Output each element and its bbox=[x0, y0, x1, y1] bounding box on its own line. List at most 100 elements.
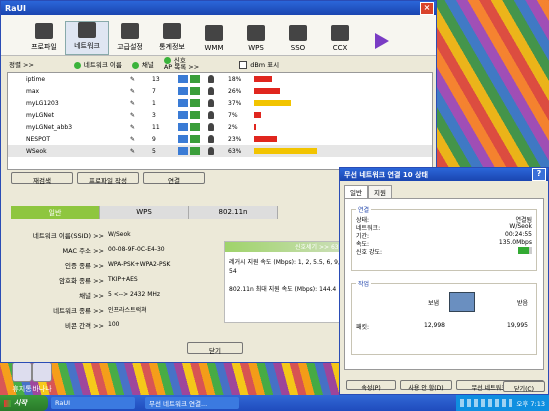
banana-icon bbox=[32, 362, 52, 382]
task-label: 무선 네트워크 연결... bbox=[149, 400, 208, 408]
signal-icon: ✎ bbox=[130, 87, 136, 95]
network-row[interactable]: myLGNet_abb3 ✎ 11 2% bbox=[8, 121, 432, 133]
wmm-icon bbox=[205, 25, 223, 41]
band-icon bbox=[178, 111, 188, 119]
radio-icon bbox=[131, 61, 139, 69]
security-icon bbox=[190, 111, 200, 119]
network-row[interactable]: myLG1203 ✎ 1 37% bbox=[8, 97, 432, 109]
signal-bar bbox=[254, 88, 280, 94]
app-title: RaUI bbox=[5, 3, 27, 13]
arrow-right-icon bbox=[375, 33, 389, 49]
toolbar-advanced[interactable]: 고급설정 bbox=[109, 23, 151, 55]
packets-received: 19,995 bbox=[507, 322, 528, 329]
channel-value: 7 bbox=[152, 87, 156, 95]
raui-titlebar[interactable]: RaUI × bbox=[1, 1, 436, 15]
tab-80211n[interactable]: 802.11n bbox=[189, 206, 278, 219]
signal-strength-icon bbox=[517, 247, 532, 254]
connection-row: 속도: 135.0Mbps bbox=[352, 239, 536, 248]
sort-option-label: 네트워크 이름 bbox=[83, 61, 122, 69]
taskbar-wireless-status[interactable]: 무선 네트워크 연결... bbox=[145, 397, 239, 409]
detail-row: 네트워크 이름(SSID) >> W/Seok bbox=[21, 227, 170, 242]
group-label: 작업 bbox=[356, 279, 372, 288]
connect-button[interactable]: 연결 bbox=[143, 172, 205, 185]
tab-wps[interactable]: WPS bbox=[100, 206, 189, 219]
toolbar-profile[interactable]: 프로파일 bbox=[23, 23, 65, 55]
status-close-button[interactable]: 닫기(C) bbox=[503, 381, 545, 393]
detail-row: 네트워크 종류 >> 인프라스트럭쳐 bbox=[21, 302, 170, 317]
security-icon bbox=[190, 147, 200, 155]
status-tabs: 일반 지원 bbox=[344, 185, 548, 198]
group-label: 연결 bbox=[356, 205, 372, 214]
network-row[interactable]: NESPOT ✎ 9 23% bbox=[8, 133, 432, 145]
system-tray: 오후 7:13 bbox=[456, 395, 549, 411]
tool-label: 프로파일 bbox=[31, 43, 57, 51]
packets-sent: 12,998 bbox=[424, 322, 445, 329]
channel-value: 3 bbox=[152, 111, 156, 119]
conn-value: W/Seok bbox=[509, 223, 532, 230]
lock-icon bbox=[208, 75, 214, 83]
sort-label: 정렬 >> bbox=[9, 61, 34, 69]
network-name: max bbox=[26, 87, 40, 95]
tab-support[interactable]: 지원 bbox=[367, 185, 392, 198]
lock-icon bbox=[208, 147, 214, 155]
sort-by-signal[interactable]: 신호 AP 목록 >> bbox=[163, 56, 199, 72]
taskbar-raui[interactable]: RaUI bbox=[51, 397, 135, 409]
network-row[interactable]: iptime ✎ 13 18% bbox=[8, 73, 432, 85]
status-titlebar[interactable]: 무선 네트워크 연결 10 상태 ? bbox=[340, 168, 548, 181]
rescan-button[interactable]: 재검색 bbox=[11, 172, 73, 185]
packets-label: 패킷: bbox=[356, 324, 370, 331]
conn-key: 상태: bbox=[356, 217, 370, 224]
sort-by-channel[interactable]: 채널 bbox=[131, 59, 154, 69]
tab-general[interactable]: 일반 bbox=[11, 206, 100, 219]
detail-row: 비콘 간격 >> 100 bbox=[21, 317, 170, 332]
profile-icon bbox=[35, 23, 53, 39]
toolbar-wps[interactable]: WPS bbox=[235, 25, 277, 55]
status-dialog: 무선 네트워크 연결 10 상태 ? 일반 지원 연결 상태: 연결됨 네트워크: W… bbox=[339, 167, 549, 395]
network-row[interactable]: myLGNet ✎ 3 7% bbox=[8, 109, 432, 121]
clock: 오후 7:13 bbox=[516, 400, 545, 408]
toolbar-ccx[interactable]: CCX bbox=[319, 25, 361, 55]
channel-value: 1 bbox=[152, 99, 156, 107]
lock-icon bbox=[208, 87, 214, 95]
security-icon bbox=[190, 99, 200, 107]
tool-label: SSO bbox=[290, 44, 306, 52]
network-name: myLG1203 bbox=[26, 99, 59, 107]
signal-icon: ✎ bbox=[130, 147, 136, 155]
signal-icon: ✎ bbox=[130, 99, 136, 107]
signal-percent: 18% bbox=[228, 75, 242, 83]
toolbar-wmm[interactable]: WMM bbox=[193, 25, 235, 55]
close-icon[interactable]: × bbox=[420, 1, 434, 15]
tool-label: CCX bbox=[332, 44, 348, 52]
network-row[interactable]: WSeok ✎ 5 63% bbox=[8, 145, 432, 157]
close-button[interactable]: 닫기 bbox=[187, 342, 243, 355]
properties-button[interactable]: 속성(P) bbox=[346, 380, 396, 392]
band-icon bbox=[178, 123, 188, 131]
toolbar-next[interactable] bbox=[361, 33, 403, 55]
tab-general[interactable]: 일반 bbox=[344, 185, 368, 198]
disable-button[interactable]: 사용 안 함(D) bbox=[400, 380, 452, 392]
router-icon bbox=[78, 22, 96, 38]
settings-icon bbox=[121, 23, 139, 39]
start-button[interactable]: 시작 bbox=[0, 395, 48, 411]
toolbar-statistics[interactable]: 통계정보 bbox=[151, 23, 193, 55]
conn-key: 기간: bbox=[356, 233, 370, 240]
band-icon bbox=[178, 99, 188, 107]
help-icon[interactable]: ? bbox=[532, 168, 546, 181]
detail-value: W/Seok bbox=[108, 231, 131, 238]
signal-bar bbox=[254, 136, 277, 142]
toolbar-sso[interactable]: SSO bbox=[277, 25, 319, 55]
taskbar: 시작 RaUI 무선 네트워크 연결... 오후 7:13 bbox=[0, 395, 549, 411]
detail-key: MAC 주소 >> bbox=[62, 246, 104, 255]
add-profile-button[interactable]: 프로파일 작성 bbox=[77, 172, 139, 185]
desktop-icon-banana[interactable]: 바나나 bbox=[22, 362, 62, 394]
network-row[interactable]: max ✎ 7 26% bbox=[8, 85, 432, 97]
sort-by-name[interactable]: 네트워크 이름 bbox=[73, 59, 122, 69]
conn-key: 신호 강도: bbox=[356, 249, 383, 256]
dbm-checkbox[interactable]: dBm 표시 bbox=[239, 59, 279, 69]
lock-icon bbox=[208, 135, 214, 143]
task-label: RaUI bbox=[55, 399, 71, 407]
toolbar-network[interactable]: 네트워크 bbox=[65, 21, 109, 55]
detail-value: 100 bbox=[108, 321, 120, 328]
raui-toolbar: 프로파일 네트워크 고급설정 통계정보 WMM WPS SSO CCX bbox=[1, 15, 436, 56]
dbm-label: dBm 표시 bbox=[250, 61, 280, 69]
